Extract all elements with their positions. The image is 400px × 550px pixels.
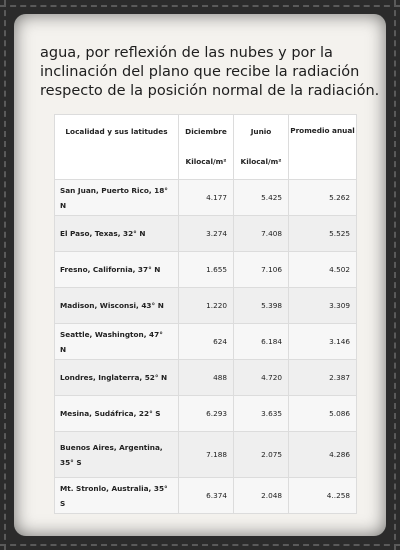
border-stitch-top (0, 5, 400, 7)
cell-annual: 3.309 (288, 287, 357, 324)
table-row: Fresno, California, 37° N 1.655 7.106 4.… (54, 251, 357, 288)
cell-location: Fresno, California, 37° N (54, 251, 179, 288)
cell-annual: 2.387 (288, 359, 357, 396)
table-row: Madison, Wisconsi, 43° N 1.220 5.398 3.3… (54, 287, 357, 324)
table-row: Seattle, Washington, 47° N 624 6.184 3.1… (54, 323, 357, 360)
cell-december: 1.220 (178, 287, 234, 324)
cell-june: 6.184 (233, 323, 289, 360)
cell-annual: 4..258 (288, 477, 357, 514)
header-june: Junio Kilocal/m² (233, 114, 289, 180)
table-row: Buenos Aires, Argentina, 35° S 7.188 2.0… (54, 431, 357, 478)
cell-june: 5.398 (233, 287, 289, 324)
cell-annual: 5.525 (288, 215, 357, 252)
body-paragraph: agua, por reflexión de las nubes y por l… (40, 45, 380, 99)
cell-location: Madison, Wisconsi, 43° N (54, 287, 179, 324)
document-page: agua, por reflexión de las nubes y por l… (14, 14, 386, 536)
cell-june: 5.425 (233, 179, 289, 216)
cell-location: San Juan, Puerto Rico, 18° N (54, 179, 179, 216)
cell-june: 2.048 (233, 477, 289, 514)
cell-december: 4.177 (178, 179, 234, 216)
cell-annual: 5.086 (288, 395, 357, 432)
cell-december: 6.293 (178, 395, 234, 432)
table-row: San Juan, Puerto Rico, 18° N 4.177 5.425… (54, 179, 357, 216)
cell-december: 1.655 (178, 251, 234, 288)
cell-annual: 3.146 (288, 323, 357, 360)
cell-location: Seattle, Washington, 47° N (54, 323, 179, 360)
cell-location: Buenos Aires, Argentina, 35° S (54, 431, 179, 478)
header-annual: Promedio anual (288, 114, 357, 180)
header-december: Diciembre Kilocal/m² (178, 114, 234, 180)
cell-june: 3.635 (233, 395, 289, 432)
cell-june: 4.720 (233, 359, 289, 396)
cell-june: 7.408 (233, 215, 289, 252)
border-stitch-right (394, 0, 396, 550)
cell-location: Mt. Stronlo, Australia, 35° S (54, 477, 179, 514)
cell-december: 7.188 (178, 431, 234, 478)
header-december-unit: Kilocal/m² (185, 157, 227, 166)
cell-december: 624 (178, 323, 234, 360)
cell-june: 7.106 (233, 251, 289, 288)
cell-june: 2.075 (233, 431, 289, 478)
cell-annual: 4.502 (288, 251, 357, 288)
cell-location: Mesina, Sudáfrica, 22° S (54, 395, 179, 432)
cell-december: 488 (178, 359, 234, 396)
table-header-row: Localidad y sus latitudes Diciembre Kilo… (54, 114, 357, 180)
border-stitch-left (4, 0, 6, 550)
cell-location: El Paso, Texas, 32° N (54, 215, 179, 252)
cell-december: 3.274 (178, 215, 234, 252)
border-stitch-bottom (0, 544, 400, 546)
cell-annual: 5.262 (288, 179, 357, 216)
table-row: Mesina, Sudáfrica, 22° S 6.293 3.635 5.0… (54, 395, 357, 432)
table-row: El Paso, Texas, 32° N 3.274 7.408 5.525 (54, 215, 357, 252)
radiation-table: Localidad y sus latitudes Diciembre Kilo… (54, 114, 357, 514)
cell-december: 6.374 (178, 477, 234, 514)
cell-location: Londres, Inglaterra, 52° N (54, 359, 179, 396)
table-row: Mt. Stronlo, Australia, 35° S 6.374 2.04… (54, 477, 357, 514)
table-row: Londres, Inglaterra, 52° N 488 4.720 2.3… (54, 359, 357, 396)
cell-annual: 4.286 (288, 431, 357, 478)
header-june-unit: Kilocal/m² (240, 157, 282, 166)
header-location: Localidad y sus latitudes (54, 114, 179, 180)
